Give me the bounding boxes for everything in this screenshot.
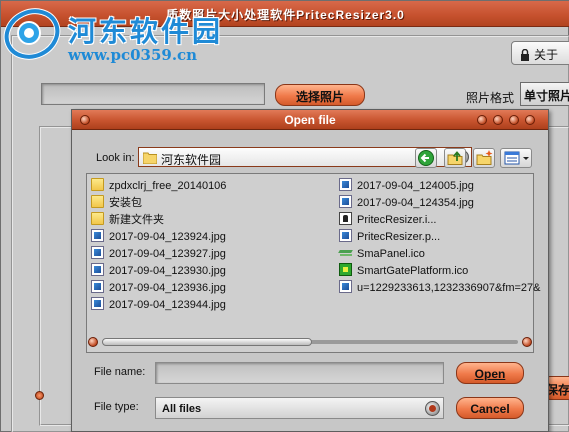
- file-name: 2017-09-04_124005.jpg: [357, 180, 474, 192]
- look-in-label: Look in:: [96, 152, 135, 164]
- file-list-item[interactable]: SmaPanel.ico: [339, 246, 425, 262]
- ico-file-icon: [339, 246, 352, 259]
- file-name: 新建文件夹: [109, 214, 164, 226]
- image-file-icon: [339, 178, 352, 191]
- file-type-value: All files: [162, 403, 202, 415]
- file-list-item[interactable]: 2017-09-04_124005.jpg: [339, 178, 474, 194]
- view-menu-button[interactable]: [500, 148, 532, 168]
- up-folder-icon: [447, 151, 463, 165]
- file-list-item[interactable]: 2017-09-04_124354.jpg: [339, 195, 474, 211]
- minimize-icon[interactable]: [493, 115, 503, 125]
- open-button[interactable]: Open: [456, 362, 524, 384]
- maximize-icon[interactable]: [509, 115, 519, 125]
- dropdown-icon[interactable]: [425, 401, 440, 416]
- app-file-icon: [339, 212, 352, 225]
- photo-format-label: 照片格式: [466, 91, 515, 105]
- new-folder-button[interactable]: [473, 148, 495, 168]
- list-view-icon: [504, 151, 529, 165]
- watermark-title: 河东软件园: [68, 15, 224, 48]
- watermark-url: www.pc0359.cn: [68, 46, 198, 64]
- horizontal-scrollbar[interactable]: [88, 335, 532, 349]
- close-icon[interactable]: [525, 115, 535, 125]
- file-name: 2017-09-04_123936.jpg: [109, 282, 226, 294]
- slider-knob[interactable]: [35, 391, 44, 400]
- scroll-left-icon[interactable]: [88, 337, 98, 347]
- file-name: 2017-09-04_124354.jpg: [357, 197, 474, 209]
- folder-icon: [91, 178, 104, 191]
- cancel-button[interactable]: Cancel: [456, 397, 524, 419]
- file-list-item[interactable]: u=1229233613,1232336907&fm=27&: [339, 280, 541, 296]
- photo-format-select[interactable]: 单寸照片: [520, 82, 569, 106]
- image-file-icon: [91, 229, 104, 242]
- file-name-label: File name:: [94, 366, 146, 378]
- folder-icon: [91, 212, 104, 225]
- file-list-item[interactable]: zpdxclrj_free_20140106: [91, 178, 226, 194]
- file-list[interactable]: zpdxclrj_free_20140106 安装包新建文件夹 2017-09-04…: [86, 173, 541, 353]
- image-file-icon: [91, 263, 104, 276]
- file-name: 2017-09-04_123927.jpg: [109, 248, 226, 260]
- image-file-icon: [339, 280, 352, 293]
- file-list-item[interactable]: 新建文件夹: [91, 212, 164, 228]
- file-name: PritecResizer.p...: [357, 231, 441, 243]
- open-button-label: Open: [474, 367, 506, 381]
- folder-icon: [91, 195, 104, 208]
- ico-file-icon: [339, 263, 352, 276]
- new-folder-icon: [476, 150, 493, 165]
- lock-icon: [521, 49, 529, 61]
- file-name: 2017-09-04_123930.jpg: [109, 265, 226, 277]
- about-button[interactable]: 关于: [511, 41, 569, 65]
- file-name: 2017-09-04_123924.jpg: [109, 231, 226, 243]
- watermark-logo-icon: [3, 8, 61, 60]
- file-name: PritecResizer.i...: [357, 214, 437, 226]
- file-type-label: File type:: [94, 401, 139, 413]
- about-button-label: 关于: [534, 48, 559, 62]
- choose-photo-button[interactable]: 选择照片: [275, 84, 365, 106]
- file-list-item[interactable]: PritecResizer.i...: [339, 212, 436, 228]
- help-icon[interactable]: [477, 115, 487, 125]
- file-list-item[interactable]: 2017-09-04_123924.jpg: [91, 229, 226, 245]
- image-file-icon: [339, 229, 352, 242]
- file-name: 2017-09-04_123944.jpg: [109, 299, 226, 311]
- back-arrow-icon: [418, 150, 434, 166]
- file-name: SmaPanel.ico: [357, 248, 425, 260]
- file-type-combobox[interactable]: All files: [155, 397, 444, 419]
- image-file-icon: [91, 246, 104, 259]
- up-folder-button[interactable]: [444, 148, 466, 168]
- scroll-thumb[interactable]: [102, 338, 312, 346]
- file-name: SmartGatePlatform.ico: [357, 265, 469, 277]
- back-button[interactable]: [415, 148, 437, 168]
- image-file-icon: [91, 280, 104, 293]
- file-list-item[interactable]: 2017-09-04_123930.jpg: [91, 263, 226, 279]
- image-file-icon: [91, 297, 104, 310]
- file-list-item[interactable]: SmartGatePlatform.ico: [339, 263, 468, 279]
- file-list-item[interactable]: 2017-09-04_123936.jpg: [91, 280, 226, 296]
- file-name: u=1229233613,1232336907&fm=27&: [357, 282, 541, 294]
- file-list-item[interactable]: 2017-09-04_123927.jpg: [91, 246, 226, 262]
- look-in-value: 河东软件园: [161, 153, 222, 167]
- open-file-dialog: Open file Look in: 河东软件园 zpdxclrj_free_2…: [71, 109, 549, 432]
- folder-icon: [143, 152, 157, 164]
- file-list-item[interactable]: 2017-09-04_123944.jpg: [91, 297, 226, 313]
- file-name: 安装包: [109, 197, 142, 209]
- photo-path-field[interactable]: [41, 83, 265, 105]
- file-name-input[interactable]: [155, 362, 444, 384]
- file-list-item[interactable]: PritecResizer.p...: [339, 229, 440, 245]
- scroll-right-icon[interactable]: [522, 337, 532, 347]
- image-file-icon: [339, 195, 352, 208]
- dialog-titlebar[interactable]: Open file: [72, 110, 548, 130]
- file-name: zpdxclrj_free_20140106: [109, 180, 227, 192]
- file-list-item[interactable]: 安装包: [91, 195, 142, 211]
